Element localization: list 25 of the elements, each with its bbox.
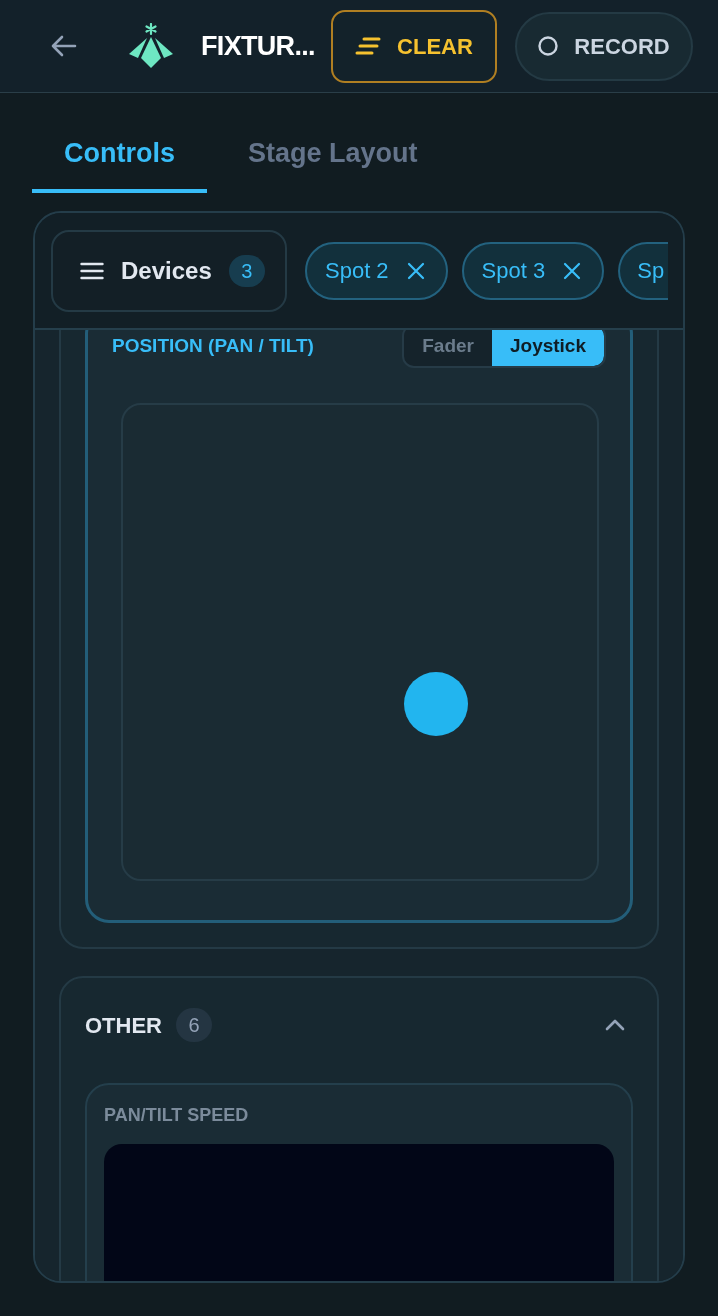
record-circle-icon xyxy=(538,36,559,56)
logo-icon xyxy=(128,23,174,69)
count-badge: 3 xyxy=(228,254,265,287)
clear-button[interactable]: CLEAR xyxy=(331,9,497,83)
app-title: FIXTUR... xyxy=(201,29,315,63)
device-chip[interactable]: Sp xyxy=(618,241,668,300)
control-label: PAN/TILT SPEED xyxy=(104,1105,250,1125)
devices-button[interactable]: Devices 3 xyxy=(51,229,287,312)
chevron-up-icon[interactable] xyxy=(605,1019,625,1031)
mode-option[interactable]: Fader xyxy=(404,330,492,366)
section-title: OTHER xyxy=(85,1011,162,1040)
tab[interactable]: Stage Layout xyxy=(216,118,450,193)
close-icon[interactable] xyxy=(406,261,425,280)
device-chip[interactable]: Spot 2 xyxy=(305,241,448,300)
lines-icon xyxy=(355,37,382,55)
back-arrow-icon xyxy=(51,35,77,57)
back-button[interactable] xyxy=(51,35,77,57)
device-chip[interactable]: Spot 3 xyxy=(461,241,605,300)
count-badge: 6 xyxy=(176,1008,212,1042)
close-icon[interactable] xyxy=(563,261,582,280)
record-button[interactable]: RECORD xyxy=(515,11,693,81)
mode-option[interactable]: Joystick xyxy=(491,330,604,366)
menu-icon xyxy=(80,261,104,280)
section-label: POSITION (PAN / TILT) xyxy=(112,333,314,358)
tab[interactable]: Controls xyxy=(32,118,207,193)
